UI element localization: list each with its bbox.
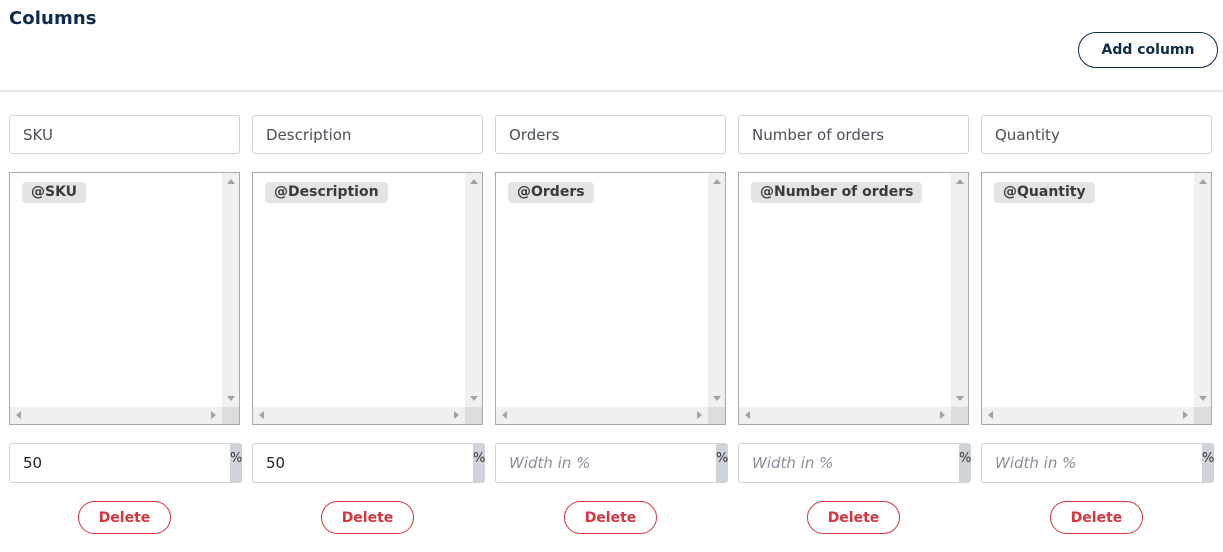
- vertical-scrollbar[interactable]: [708, 173, 725, 407]
- scroll-up-icon[interactable]: [470, 179, 478, 184]
- scroll-left-icon[interactable]: [259, 411, 264, 419]
- vertical-scrollbar[interactable]: [1194, 173, 1211, 407]
- scroll-up-icon[interactable]: [1199, 179, 1207, 184]
- delete-column-button[interactable]: Delete: [807, 501, 900, 534]
- placeholder-tag: @Quantity: [994, 182, 1095, 203]
- percent-addon: %: [230, 443, 243, 483]
- scroll-left-icon[interactable]: [502, 411, 507, 419]
- width-input-group: %: [981, 443, 1215, 483]
- resize-corner[interactable]: [222, 407, 239, 424]
- scroll-down-icon[interactable]: [956, 396, 964, 401]
- scroll-left-icon[interactable]: [16, 411, 21, 419]
- column-name-input[interactable]: [252, 115, 483, 154]
- textarea-content[interactable]: @Number of orders: [739, 173, 951, 407]
- textarea-content[interactable]: @Quantity: [982, 173, 1194, 407]
- scroll-left-icon[interactable]: [745, 411, 750, 419]
- delete-column-button[interactable]: Delete: [78, 501, 171, 534]
- width-input[interactable]: [738, 443, 959, 483]
- column-name-input[interactable]: [9, 115, 240, 154]
- width-input-group: %: [738, 443, 972, 483]
- horizontal-scrollbar[interactable]: [10, 407, 222, 424]
- page-title: Columns: [9, 8, 97, 29]
- vertical-scrollbar[interactable]: [222, 173, 239, 407]
- divider: [0, 90, 1223, 92]
- horizontal-scrollbar[interactable]: [253, 407, 465, 424]
- columns-editor: Columns Add column @SKU % Delete: [0, 0, 1223, 552]
- placeholder-tag: @Orders: [508, 182, 594, 203]
- width-input[interactable]: [252, 443, 473, 483]
- column-template-textarea[interactable]: @Quantity: [981, 172, 1212, 425]
- delete-column-button[interactable]: Delete: [1050, 501, 1143, 534]
- vertical-scrollbar[interactable]: [951, 173, 968, 407]
- horizontal-scrollbar[interactable]: [982, 407, 1194, 424]
- resize-corner[interactable]: [708, 407, 725, 424]
- column-template-textarea[interactable]: @SKU: [9, 172, 240, 425]
- percent-addon: %: [959, 443, 972, 483]
- textarea-content[interactable]: @Description: [253, 173, 465, 407]
- resize-corner[interactable]: [1194, 407, 1211, 424]
- column-template-textarea[interactable]: @Number of orders: [738, 172, 969, 425]
- scroll-up-icon[interactable]: [713, 179, 721, 184]
- delete-column-button[interactable]: Delete: [564, 501, 657, 534]
- percent-addon: %: [473, 443, 486, 483]
- percent-addon: %: [716, 443, 729, 483]
- scroll-left-icon[interactable]: [988, 411, 993, 419]
- scroll-right-icon[interactable]: [940, 411, 945, 419]
- textarea-content[interactable]: @Orders: [496, 173, 708, 407]
- width-input[interactable]: [981, 443, 1202, 483]
- column-template-textarea[interactable]: @Description: [252, 172, 483, 425]
- textarea-content[interactable]: @SKU: [10, 173, 222, 407]
- resize-corner[interactable]: [951, 407, 968, 424]
- percent-addon: %: [1202, 443, 1215, 483]
- column-name-input[interactable]: [495, 115, 726, 154]
- vertical-scrollbar[interactable]: [465, 173, 482, 407]
- scroll-right-icon[interactable]: [1183, 411, 1188, 419]
- scroll-down-icon[interactable]: [1199, 396, 1207, 401]
- scroll-right-icon[interactable]: [697, 411, 702, 419]
- width-input-group: %: [495, 443, 729, 483]
- add-column-button[interactable]: Add column: [1078, 32, 1218, 68]
- scroll-right-icon[interactable]: [454, 411, 459, 419]
- scroll-down-icon[interactable]: [713, 396, 721, 401]
- scroll-right-icon[interactable]: [211, 411, 216, 419]
- width-input[interactable]: [9, 443, 230, 483]
- width-input-group: %: [9, 443, 243, 483]
- scroll-down-icon[interactable]: [470, 396, 478, 401]
- placeholder-tag: @Number of orders: [751, 182, 923, 203]
- placeholder-tag: @SKU: [22, 182, 87, 203]
- scroll-up-icon[interactable]: [227, 179, 235, 184]
- scroll-up-icon[interactable]: [956, 179, 964, 184]
- column-template-textarea[interactable]: @Orders: [495, 172, 726, 425]
- placeholder-tag: @Description: [265, 182, 388, 203]
- delete-column-button[interactable]: Delete: [321, 501, 414, 534]
- horizontal-scrollbar[interactable]: [739, 407, 951, 424]
- column-name-input[interactable]: [981, 115, 1212, 154]
- width-input-group: %: [252, 443, 486, 483]
- width-input[interactable]: [495, 443, 716, 483]
- horizontal-scrollbar[interactable]: [496, 407, 708, 424]
- column-name-input[interactable]: [738, 115, 969, 154]
- resize-corner[interactable]: [465, 407, 482, 424]
- scroll-down-icon[interactable]: [227, 396, 235, 401]
